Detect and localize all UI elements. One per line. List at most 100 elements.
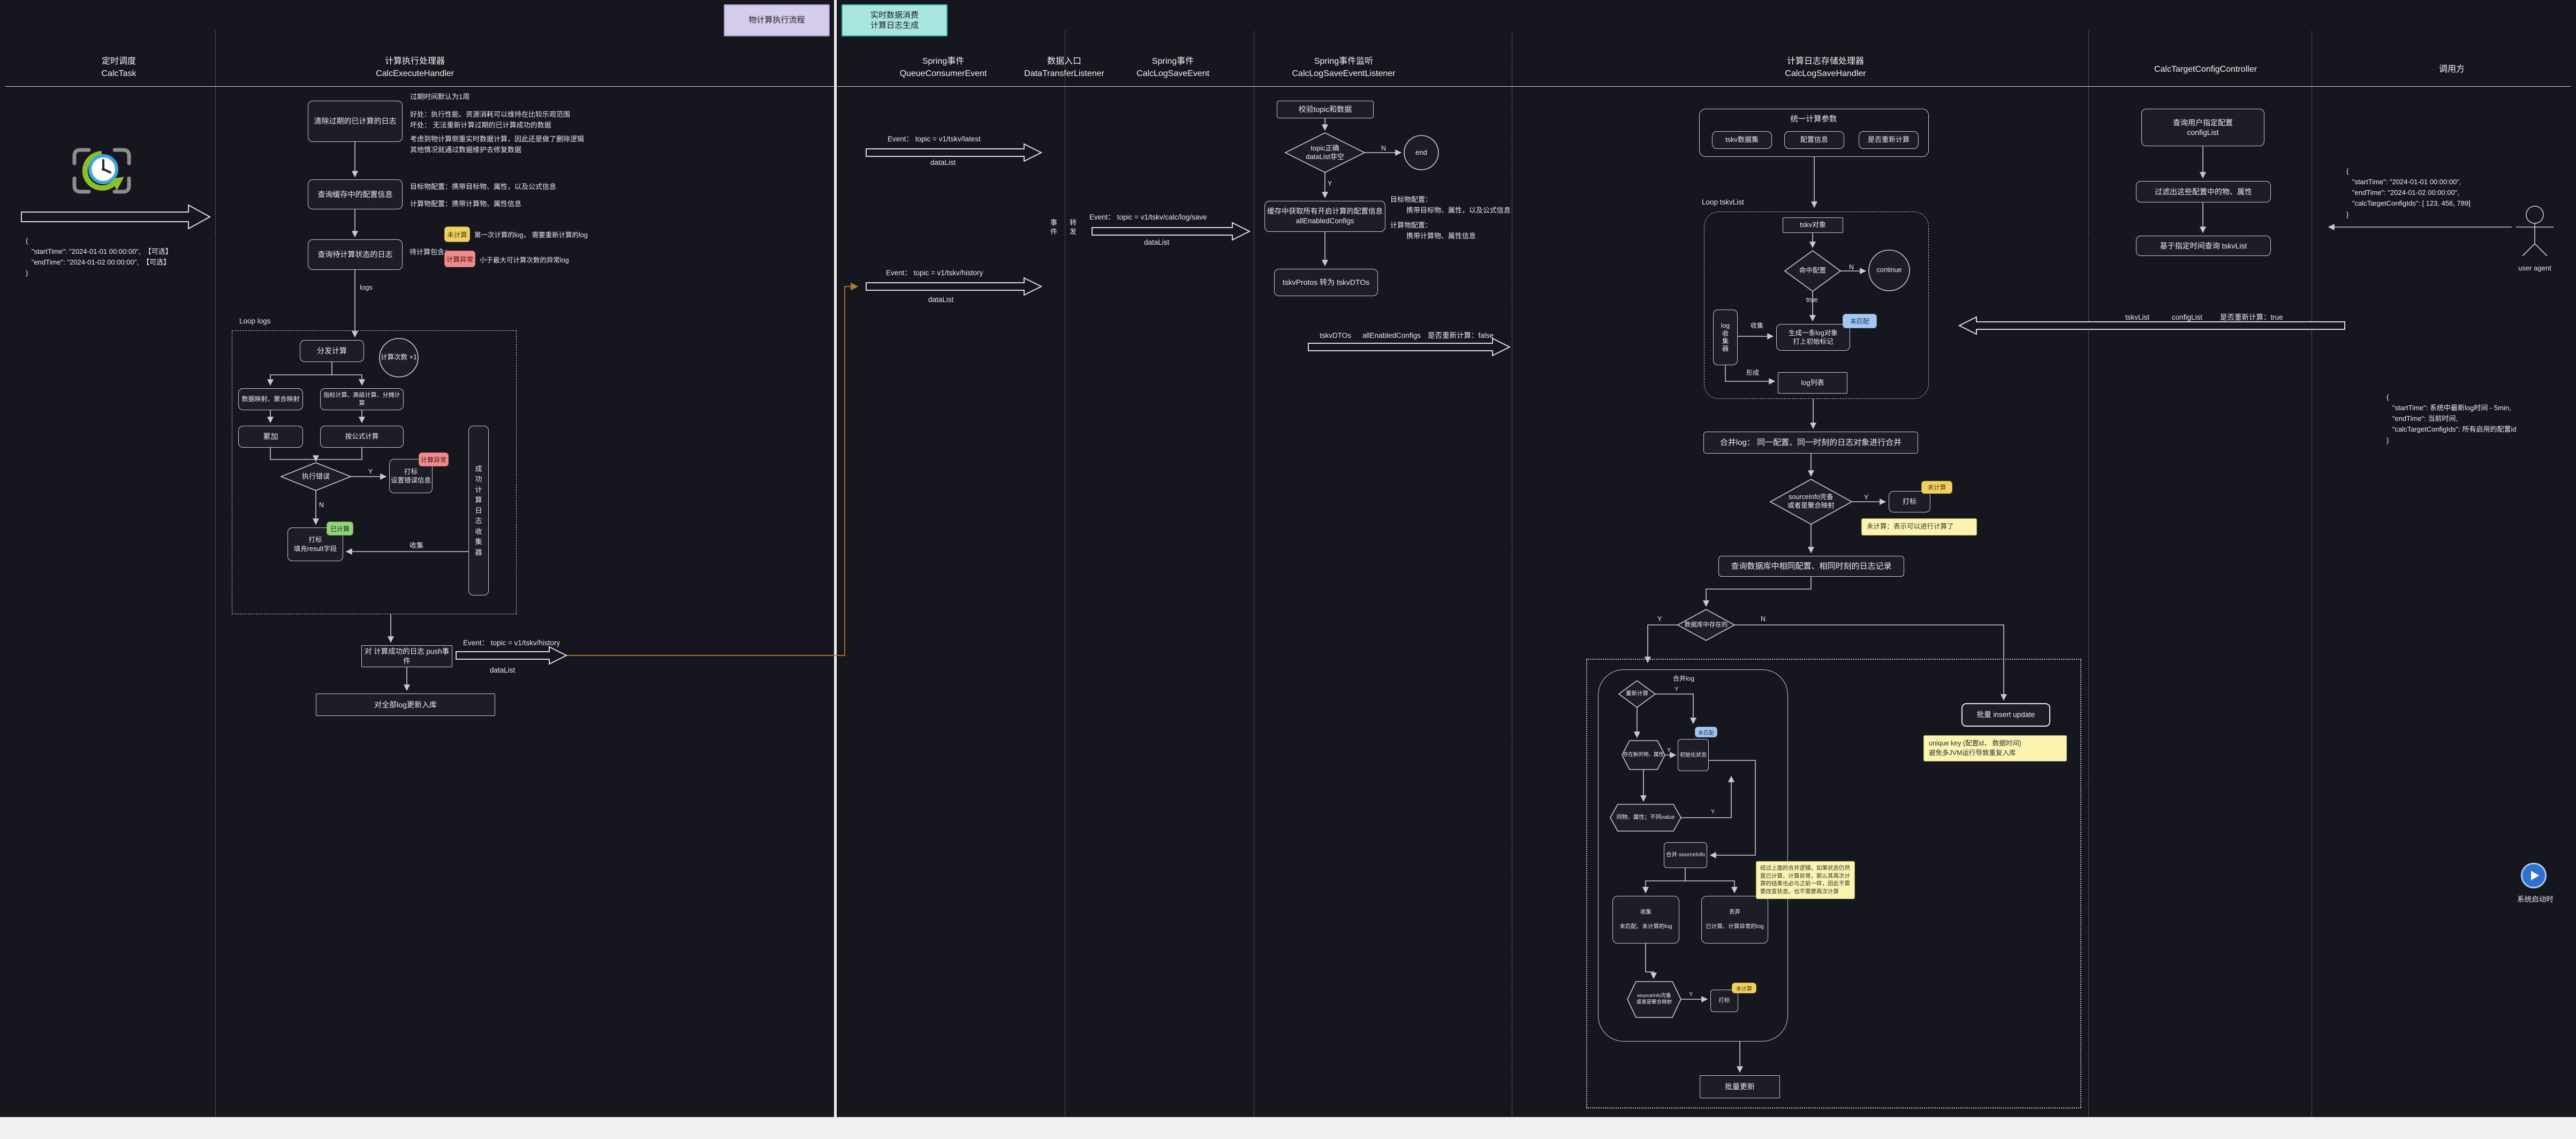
- edge-label-form: 形成: [1746, 368, 1759, 378]
- lane-title: 定时调度: [39, 55, 199, 67]
- node-indicator-calc: 指标计算、高级计算、分摊计算: [320, 388, 404, 410]
- node-log-collector: log 收 集 器: [1713, 310, 1738, 365]
- lane-subtitle: CalcLogSaveEventListener: [1263, 67, 1424, 80]
- node-convert-dtos: tskvProtos 转为 tskvDTOs: [1274, 269, 1378, 296]
- badge-uncalculated2: 未计算: [1921, 481, 1952, 494]
- node-batch-insert-update: 批量 insert update: [1961, 703, 2050, 727]
- circle-continue: continue: [1869, 263, 1910, 278]
- note-expire-4: 考虑到物计算侧重实时数据计算，因此还是做了删除逻辑: [410, 134, 584, 145]
- badge-unmatched2: 未匹配: [1695, 727, 1717, 737]
- edge-label-y: Y: [368, 467, 373, 477]
- node-log-list: log列表: [1778, 372, 1847, 394]
- node-get-enabled-configs: 缓存中获取所有开启计算的配置信息 allEnabledConfigs: [1264, 201, 1385, 232]
- lane-header-executehandler: 计算执行处理器CalcExecuteHandler: [335, 55, 495, 80]
- listener-note-4: 携带计算物、属性信息: [1406, 231, 1476, 242]
- badge-unmatched: 未匹配: [1843, 314, 1877, 328]
- calctask-request-json: { "startTime": "2024-01-01 00:00:00", 【可…: [26, 236, 172, 279]
- lane-subtitle: CalcTask: [39, 67, 199, 80]
- transfer-label-right: 转 发: [1070, 218, 1077, 237]
- note-merge-logic: 经过上面的合并逻辑，如果状态仍然 是已计算、计算异常，那么其再次计 算的结果也必…: [1756, 861, 1855, 899]
- controller-out-recalc-true: 是否重新计算：true: [2220, 312, 2283, 323]
- node-batch-update: 批量更新: [1700, 1075, 1780, 1098]
- node-formula-calc: 按公式计算: [320, 426, 404, 448]
- event-history-label: Event： topic = v1/tskv/history: [463, 638, 560, 648]
- edge-label-n: N: [1761, 614, 1766, 624]
- node-clean-expired-logs: 清除过期的已计算的日志: [308, 101, 403, 142]
- lane-subtitle: CalcLogSaveEvent: [1093, 67, 1253, 80]
- node-param-tskv: tskv数据集: [1712, 131, 1772, 149]
- play-icon: [2531, 871, 2539, 880]
- lane-header-caller: 调用方: [2372, 63, 2532, 76]
- lane-title: Spring事件: [1093, 55, 1253, 67]
- loop-tskvlist-container: [1704, 212, 1929, 399]
- circle-end: end: [1405, 145, 1437, 160]
- node-push-event: 对 计算成功的日志 push事件: [361, 645, 452, 667]
- lane-title: 调用方: [2372, 63, 2532, 76]
- lane-title: CalcTargetConfigController: [2125, 63, 2286, 76]
- listener-out-configs: allEnabledConfigs: [1362, 330, 1421, 341]
- edge-label-y: Y: [1667, 746, 1671, 755]
- lane-title: 计算日志存储处理器: [1745, 55, 1906, 67]
- legend-label: 实时数据消费 计算日志生成: [870, 10, 919, 31]
- lane-header-savelogevent: Spring事件CalcLogSaveEvent: [1093, 55, 1253, 80]
- node-query-tskvlist: 基于指定时间查询 tskvList: [2136, 236, 2271, 256]
- node-param-config: 配置信息: [1784, 131, 1844, 149]
- node-param-recalc: 是否重新计算: [1859, 131, 1919, 149]
- edge-label-y: Y: [1657, 614, 1662, 624]
- legend-realtime-flow: 实时数据消费 计算日志生成: [842, 4, 948, 36]
- note-expire-2: 好处：执行性能、资源消耗可以维持在比较乐观范围: [410, 110, 570, 120]
- hex-sourceinfo2: sourceInfo完备 或者是聚合映射: [1627, 991, 1681, 1008]
- controller-out-configlist: configList: [2172, 312, 2202, 323]
- edge-label-true: true: [1806, 295, 1818, 305]
- diamond-exec-error: 执行错误: [289, 469, 343, 484]
- lane-title: Spring事件监听: [1263, 55, 1424, 67]
- badge-calc-error-loop: 计算异常: [419, 452, 449, 466]
- edge-label-collect2: 收集: [1751, 321, 1763, 330]
- node-generate-log: 生成一条log对象 打上初始标记: [1776, 324, 1850, 351]
- listener-out-tskvdtos: tskvDTOs: [1320, 330, 1351, 341]
- lane-subtitle: CalcExecuteHandler: [335, 67, 495, 80]
- edge-label-collect: 收集: [410, 541, 423, 551]
- caller-startup-json: { "startTime": 系统中最新log时间 - 5min, "endTi…: [2386, 392, 2517, 446]
- diamond-db-exists: 数据库中存在的: [1674, 617, 1738, 632]
- event-latest-label: Event： topic = v1/tskv/latest: [888, 134, 981, 145]
- diamond-recalc: 重新计算: [1616, 688, 1658, 700]
- node-query-cached-config: 查询缓存中的配置信息: [308, 179, 403, 209]
- node-discard-logs: 丢弃 已计算、计算异常的log: [1701, 896, 1768, 944]
- event-latest-datalist: dataList: [930, 157, 956, 168]
- edge-label-y: Y: [1689, 991, 1693, 999]
- system-startup-icon: [2521, 863, 2547, 888]
- diamond-sourceinfo: sourceInfo完备 或者是聚合映射: [1768, 490, 1854, 514]
- bottom-bar: [0, 1117, 2576, 1139]
- edge-label-y: Y: [1864, 493, 1868, 502]
- lane-header-savehandler: 计算日志存储处理器CalcLogSaveHandler: [1745, 55, 1906, 80]
- node-tskv-object: tskv对象: [1783, 217, 1843, 233]
- diamond-topic-valid: topic正确 dataList非空: [1293, 140, 1357, 165]
- listener-out-recalc-false: 是否重新计算：false: [1428, 330, 1494, 341]
- node-merge-log-bar: 合并log： 同一配置、同一时刻的日志对象进行合并: [1703, 432, 1918, 454]
- caller-request-json: { "startTime": "2024-01-01 00:00:00", "e…: [2346, 166, 2471, 220]
- transfer-label-left: 事 件: [1050, 218, 1057, 237]
- note-expire-3: 坏处： 无法重新计算过期的已计算成功的数据: [410, 120, 551, 131]
- event-save-datalist: dataList: [1144, 237, 1169, 248]
- node-merge-sourceinfo: 合并 sourceInfo: [1664, 842, 1707, 868]
- node-collect-logs: 收集 未匹配、未计算的log: [1612, 896, 1679, 944]
- hex-new-things: 存在新的物、属性: [1622, 748, 1665, 763]
- edge-label-n: N: [1849, 262, 1854, 272]
- lane-title: 计算执行处理器: [335, 55, 495, 67]
- legend-label: 物计算执行流程: [748, 15, 805, 26]
- lane-subtitle: CalcLogSaveHandler: [1745, 67, 1906, 80]
- loop-logs-label: Loop logs: [239, 317, 271, 325]
- node-query-user-config: 查询用户指定配置 configList: [2141, 109, 2264, 146]
- node-success-log-collector: 成 功 计 算 日 志 收 集 器: [468, 426, 489, 595]
- circle-calc-count: 计算次数 +1: [377, 350, 420, 365]
- note-uncalculated-meaning: 未计算：表示可以进行计算了: [1861, 518, 1977, 535]
- hex-same-value: 同物、属性；不同value: [1610, 811, 1681, 825]
- unified-params-title: 统一计算参数: [1760, 113, 1867, 124]
- controller-out-tskvlist: tskvList: [2125, 312, 2149, 323]
- badge-calc-error: 计算异常: [444, 251, 475, 267]
- note-unique-key: unique key (配置id， 数据时间) 避免多JVM运行导致重复入库: [1923, 735, 2067, 761]
- lane-header-listener: Spring事件监听CalcLogSaveEventListener: [1263, 55, 1424, 80]
- lane-header-controller: CalcTargetConfigController: [2125, 63, 2286, 76]
- node-data-mapping: 数据映射、聚合映射: [238, 388, 303, 410]
